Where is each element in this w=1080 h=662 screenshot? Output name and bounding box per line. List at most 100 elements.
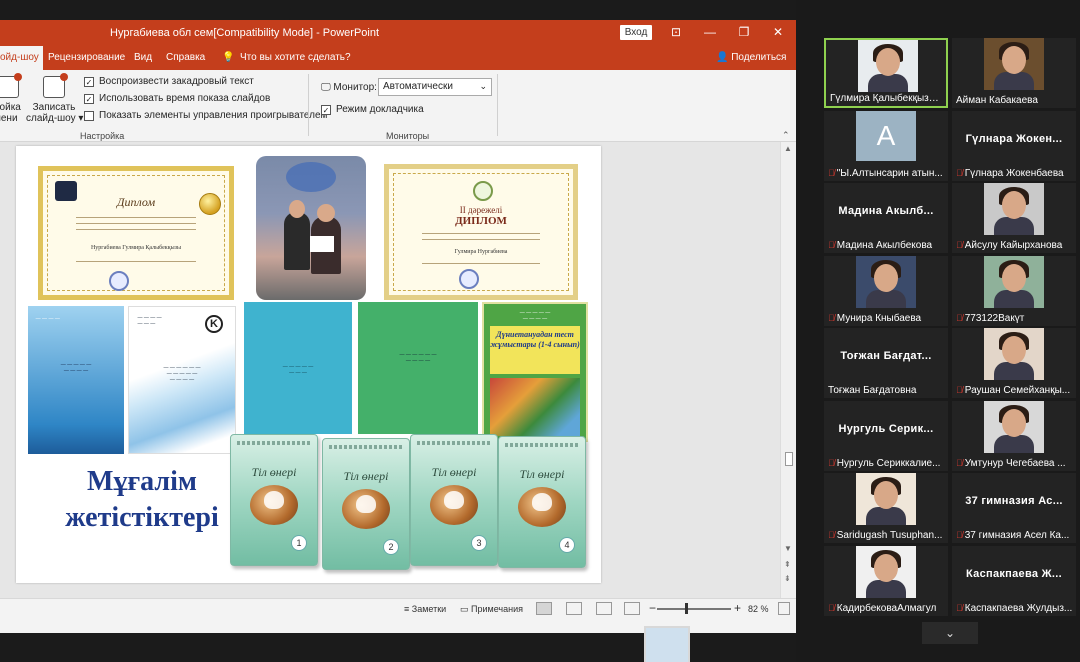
book-cover-3: — — — — — — — — xyxy=(244,302,352,434)
comment-icon: ▭ xyxy=(460,604,472,614)
participant-tile[interactable]: Гүлмира Қалыбекқызы ... xyxy=(824,38,948,108)
participant-name: 🎙̸ Раушан Семейханқы... xyxy=(956,385,1071,396)
slide-sorter-icon[interactable] xyxy=(566,602,582,615)
participant-video xyxy=(858,40,918,92)
record-slideshow-button[interactable]: Записать слайд-шоу ▾ xyxy=(26,73,83,124)
lightbulb-icon[interactable]: 💡 xyxy=(222,52,234,63)
person-icon: 👤 xyxy=(716,52,732,63)
participant-tile[interactable]: Мадина Акылб... 🎙̸ Мадина Акылбекова xyxy=(824,183,948,253)
participant-name: 🎙̸ 37 гимназия Асел Ка... xyxy=(956,530,1070,541)
participant-tile[interactable]: 🎙̸ Мунира Кныбаева xyxy=(824,255,948,326)
test-book-title: Дүниетануадан тест жұмыстары (1-4 сынып) xyxy=(490,326,580,374)
minimize-icon[interactable]: — xyxy=(700,23,720,41)
participant-tile[interactable]: Каспакпаева Ж... 🎙̸ Каспакпаева Жулдыз... xyxy=(952,545,1076,616)
muted-mic-icon: 🎙̸ xyxy=(828,602,835,613)
participant-name: 🎙̸ Мунира Кныбаева xyxy=(828,312,922,324)
vertical-scrollbar[interactable]: ▲ ▼ ⇞ ⇟ xyxy=(780,142,796,598)
next-slide-icon[interactable]: ⇟ xyxy=(784,574,791,583)
zoom-level[interactable]: 82 % xyxy=(748,604,769,614)
sign-in-button[interactable]: Вход xyxy=(620,25,652,40)
tab-slideshow[interactable]: ойд-шоу xyxy=(0,46,43,70)
reading-view-icon[interactable] xyxy=(596,602,612,615)
diploma-recipient: Нургабиева Гулмира Қалыбекқызы xyxy=(90,245,182,251)
participant-name: Айман Кабакаева xyxy=(956,95,1038,106)
book-cover-2: K — — — — — — — — — — — — — — — — — — — — —… xyxy=(128,306,236,454)
participant-tile[interactable]: Гүлнара Жокен... 🎙̸ Гүлнара Жокенбаева xyxy=(952,110,1076,181)
participant-display-name: Мадина Акылб... xyxy=(838,205,934,217)
participant-display-name: 37 гимназия Ас... xyxy=(965,495,1063,507)
zoom-out-button[interactable]: − xyxy=(649,601,656,615)
show-media-controls-checkbox[interactable]: Показать элементы управления проигрывате… xyxy=(84,110,327,121)
participant-name: 🎙̸ Каспакпаева Жулдыз... xyxy=(956,602,1073,614)
comments-button[interactable]: ▭ Примечания xyxy=(460,604,523,615)
participant-tile[interactable]: 37 гимназия Ас... 🎙̸ 37 гимназия Асел Ка..… xyxy=(952,473,1076,543)
notes-icon: ≡ xyxy=(404,604,412,614)
participant-name: 🎙̸ Гүлнара Жокенбаева xyxy=(956,167,1064,179)
participant-name: 🎙̸ "Ы.Алтынсарин атын... xyxy=(828,167,943,179)
participant-tile[interactable]: Тоғжан Бағдат... Тоғжан Бағдатовна xyxy=(824,328,948,398)
participant-tile[interactable]: 🎙̸ Saridugash Tusuphan... xyxy=(824,473,948,543)
tab-view[interactable]: Вид xyxy=(134,52,152,63)
muted-mic-icon: 🎙̸ xyxy=(956,457,963,468)
muted-mic-icon: 🎙̸ xyxy=(828,240,835,250)
notes-button[interactable]: ≡ Заметки xyxy=(404,604,446,614)
participant-tile[interactable]: Нургуль Серик... 🎙̸ Нургуль Сериккалие... xyxy=(824,400,948,471)
share-button[interactable]: 👤 Поделиться xyxy=(716,52,786,63)
muted-mic-icon: 🎙̸ xyxy=(956,385,963,395)
close-icon[interactable]: ✕ xyxy=(768,23,788,41)
participant-tile[interactable]: 🎙̸ Умтунур Чегебаева ... xyxy=(952,400,1076,471)
clock-icon xyxy=(0,73,22,98)
scroll-participants-down-button[interactable]: ⌄ xyxy=(922,622,978,644)
collapse-ribbon-icon[interactable]: ⌃ xyxy=(782,130,790,141)
use-timings-checkbox[interactable]: ✓ Использовать время показа слайдов xyxy=(84,93,270,104)
checkmark-icon: ✓ xyxy=(84,93,94,104)
previous-slide-icon[interactable]: ⇞ xyxy=(784,560,791,569)
normal-view-icon[interactable] xyxy=(536,602,552,615)
monitor-icon: 🖵 xyxy=(321,82,334,93)
ribbon-display-icon[interactable]: ⊡ xyxy=(666,23,686,41)
scroll-thumb[interactable] xyxy=(785,452,793,466)
seal-icon xyxy=(109,271,129,291)
diploma-recipient: Гулмира Нургабиева xyxy=(454,249,508,255)
muted-mic-icon: 🎙̸ xyxy=(956,312,963,323)
participant-tile[interactable]: 🎙̸ 773122Вакүт xyxy=(952,255,1076,326)
slideshow-view-icon[interactable] xyxy=(624,602,640,615)
zoom-slider[interactable] xyxy=(657,608,731,610)
fit-to-window-icon[interactable] xyxy=(778,602,790,615)
participant-tile[interactable]: Айман Кабакаева xyxy=(952,38,1076,108)
textbook-3: Тіл өнері 3 xyxy=(410,434,498,566)
participant-video xyxy=(856,545,916,598)
muted-mic-icon: 🎙̸ xyxy=(828,167,835,178)
scroll-up-icon[interactable]: ▲ xyxy=(784,144,792,153)
seal-icon xyxy=(459,269,479,289)
presenter-view-checkbox[interactable]: ✓ Режим докладчика xyxy=(321,104,424,115)
tell-me-search[interactable]: Что вы хотите сделать? xyxy=(240,52,351,63)
play-narrations-checkbox[interactable]: ✓ Воспроизвести закадровый текст xyxy=(84,76,254,87)
muted-mic-icon: 🎙̸ xyxy=(956,602,963,613)
muted-mic-icon: 🎙̸ xyxy=(956,167,963,178)
emblem-icon xyxy=(473,181,493,201)
muted-mic-icon: 🎙̸ xyxy=(828,457,835,468)
title-bar: Нургабиева обл сем[Compatibility Mode] -… xyxy=(0,20,796,46)
zoom-in-button[interactable]: + xyxy=(734,601,741,615)
monitor-select[interactable]: Автоматически ⌄ xyxy=(378,78,492,96)
participant-display-name: Каспакпаева Ж... xyxy=(966,567,1062,580)
tab-help[interactable]: Справка xyxy=(166,52,205,63)
tab-review[interactable]: Рецензирование xyxy=(48,52,125,63)
book-illustration xyxy=(490,378,580,436)
participant-tile[interactable]: 🎙̸ КадирбековаАлмагул xyxy=(824,545,948,616)
participant-tile[interactable]: 🎙̸ Айсулу Кайырханова xyxy=(952,183,1076,253)
participant-name: 🎙̸ Нургуль Сериккалие... xyxy=(828,457,941,469)
ribbon: ройка мени Записать слайд-шоу ▾ ✓ Воспро… xyxy=(0,70,796,142)
textbook-4: Тіл өнері 4 xyxy=(498,436,586,568)
participant-name: 🎙̸ Мадина Акылбекова xyxy=(828,240,933,251)
participant-tile[interactable]: A 🎙̸ "Ы.Алтынсарин атын... xyxy=(824,110,948,181)
taskbar-thumbnail[interactable] xyxy=(644,626,690,662)
zoom-slider-handle[interactable] xyxy=(685,603,688,614)
restore-icon[interactable]: ❐ xyxy=(734,23,754,41)
participant-name: 🎙̸ Умтунур Чегебаева ... xyxy=(956,457,1066,469)
slide-canvas[interactable]: Диплом Нургабиева Гулмира Қалыбекқызы ІІ… xyxy=(16,146,601,583)
participant-tile[interactable]: 🎙̸ Раушан Семейханқы... xyxy=(952,328,1076,398)
scroll-down-icon[interactable]: ▼ xyxy=(784,544,792,553)
rehearse-timings-button[interactable]: ройка мени xyxy=(0,73,22,124)
